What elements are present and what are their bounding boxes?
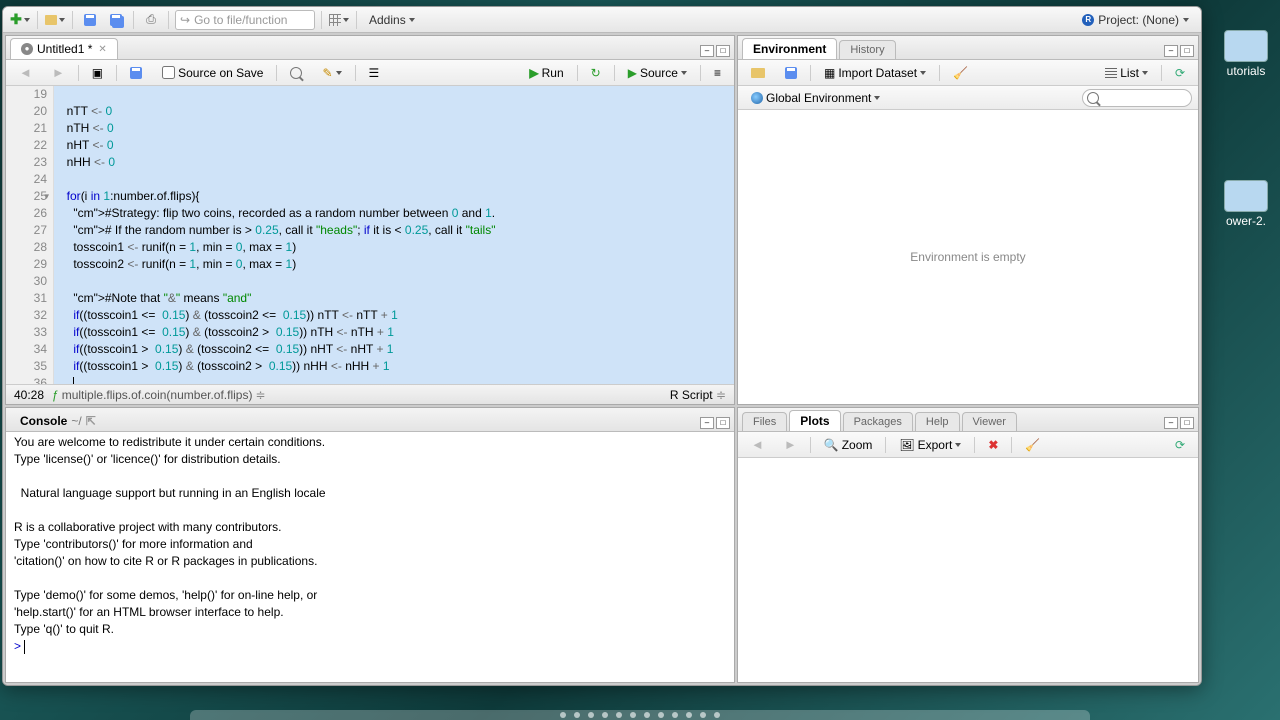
plots-pane: Files Plots Packages Help Viewer –□ ◄ ► … bbox=[737, 407, 1199, 683]
refresh-plots-button[interactable]: ⟳ bbox=[1168, 435, 1192, 455]
save-all-button[interactable] bbox=[105, 10, 127, 30]
main-toolbar: ✚ ⎙ ↪Go to file/function Addins R Projec… bbox=[3, 7, 1201, 33]
save-source-button[interactable] bbox=[123, 64, 149, 82]
clear-workspace-button[interactable]: 🧹 bbox=[946, 63, 975, 83]
source-on-save-checkbox[interactable]: Source on Save bbox=[155, 63, 270, 83]
load-workspace-button[interactable] bbox=[744, 65, 772, 81]
save-workspace-button[interactable] bbox=[778, 64, 804, 82]
console-output[interactable]: You are welcome to redistribute it under… bbox=[6, 432, 734, 682]
environment-empty: Environment is empty bbox=[738, 110, 1198, 404]
list-view-button[interactable]: List bbox=[1098, 63, 1155, 83]
run-button[interactable]: ▶Run bbox=[522, 63, 570, 83]
new-file-button[interactable]: ✚ bbox=[9, 10, 31, 30]
rstudio-window: ✚ ⎙ ↪Go to file/function Addins R Projec… bbox=[2, 6, 1202, 686]
search-icon bbox=[290, 67, 302, 79]
open-file-button[interactable] bbox=[44, 10, 66, 30]
addins-menu[interactable]: Addins bbox=[363, 10, 421, 30]
tab-packages[interactable]: Packages bbox=[843, 412, 913, 431]
outline-button[interactable]: ≡ bbox=[707, 63, 728, 83]
show-in-new-window-button[interactable]: ▣ bbox=[85, 63, 110, 83]
back-button[interactable]: ◄ bbox=[12, 62, 39, 83]
source-tabs: ● Untitled1 * ✕ – □ bbox=[6, 36, 734, 60]
source-toolbar: ◄ ► ▣ Source on Save ✎ ☰ ▶Run ↻ ▶Source bbox=[6, 60, 734, 86]
minimize-env-icon[interactable]: – bbox=[1164, 45, 1178, 57]
console-prompt: > bbox=[14, 639, 24, 653]
desktop-folder-ower2[interactable]: ower-2. bbox=[1218, 180, 1274, 236]
export-button[interactable]: 🖼 Export bbox=[892, 435, 968, 455]
workspace-panes-button[interactable] bbox=[328, 10, 350, 30]
maximize-console-icon[interactable]: □ bbox=[716, 417, 730, 429]
code-tools-button[interactable]: ✎ bbox=[315, 63, 348, 83]
rerun-button[interactable]: ↻ bbox=[584, 63, 608, 83]
function-context[interactable]: ƒmultiple.flips.of.coin(number.of.flips)… bbox=[52, 388, 266, 402]
save-button[interactable] bbox=[79, 10, 101, 30]
tab-history[interactable]: History bbox=[839, 40, 895, 59]
language-mode[interactable]: R Script ≑ bbox=[670, 388, 726, 402]
environment-pane: Environment History –□ ▦ Import Dataset … bbox=[737, 35, 1199, 405]
globe-icon bbox=[751, 92, 763, 104]
forward-button[interactable]: ► bbox=[45, 62, 72, 83]
search-icon bbox=[1087, 92, 1099, 104]
find-replace-button[interactable] bbox=[283, 64, 309, 82]
remove-plot-button[interactable]: ✖ bbox=[981, 435, 1005, 455]
clear-plots-button[interactable]: 🧹 bbox=[1018, 435, 1047, 455]
cursor-position: 40:28 bbox=[14, 388, 44, 402]
refresh-env-button[interactable]: ⟳ bbox=[1168, 63, 1192, 83]
zoom-button[interactable]: 🔍 Zoom bbox=[817, 435, 880, 455]
r-script-icon: ● bbox=[21, 43, 33, 55]
print-button[interactable]: ⎙ bbox=[140, 10, 162, 30]
tab-plots[interactable]: Plots bbox=[789, 410, 840, 431]
tab-environment[interactable]: Environment bbox=[742, 38, 837, 59]
macos-dock[interactable] bbox=[190, 710, 1090, 720]
import-dataset-button[interactable]: ▦ Import Dataset bbox=[817, 63, 933, 83]
source-statusbar: 40:28 ƒmultiple.flips.of.coin(number.of.… bbox=[6, 384, 734, 404]
next-plot-button[interactable]: ► bbox=[777, 434, 804, 455]
goto-file-function-input[interactable]: ↪Go to file/function bbox=[175, 10, 315, 30]
console-pane: Console ~/ ⇱ –□ You are welcome to redis… bbox=[5, 407, 735, 683]
prev-plot-button[interactable]: ◄ bbox=[744, 434, 771, 455]
env-search-input[interactable] bbox=[1082, 89, 1192, 107]
close-tab-icon[interactable]: ✕ bbox=[98, 44, 106, 55]
source-tab-untitled1[interactable]: ● Untitled1 * ✕ bbox=[10, 38, 118, 59]
plots-canvas bbox=[738, 458, 1198, 682]
tab-files[interactable]: Files bbox=[742, 412, 787, 431]
tab-console[interactable]: Console ~/ ⇱ bbox=[10, 411, 106, 431]
r-project-icon: R bbox=[1082, 14, 1094, 26]
scope-selector[interactable]: Global Environment bbox=[744, 88, 887, 108]
compile-report-button[interactable]: ☰ bbox=[362, 63, 387, 83]
source-button[interactable]: ▶Source bbox=[621, 63, 694, 83]
maximize-env-icon[interactable]: □ bbox=[1180, 45, 1194, 57]
minimize-plots-icon[interactable]: – bbox=[1164, 417, 1178, 429]
desktop-folder-tutorials[interactable]: utorials bbox=[1218, 30, 1274, 86]
maximize-plots-icon[interactable]: □ bbox=[1180, 417, 1194, 429]
maximize-source-icon[interactable]: □ bbox=[716, 45, 730, 57]
tab-help[interactable]: Help bbox=[915, 412, 960, 431]
project-menu[interactable]: R Project: (None) bbox=[1076, 13, 1195, 27]
minimize-console-icon[interactable]: – bbox=[700, 417, 714, 429]
source-editor[interactable]: 192021222324252627282930313233343536 nTT… bbox=[6, 86, 734, 384]
source-pane: ● Untitled1 * ✕ – □ ◄ ► ▣ Source on Save bbox=[5, 35, 735, 405]
tab-viewer[interactable]: Viewer bbox=[962, 412, 1017, 431]
minimize-source-icon[interactable]: – bbox=[700, 45, 714, 57]
